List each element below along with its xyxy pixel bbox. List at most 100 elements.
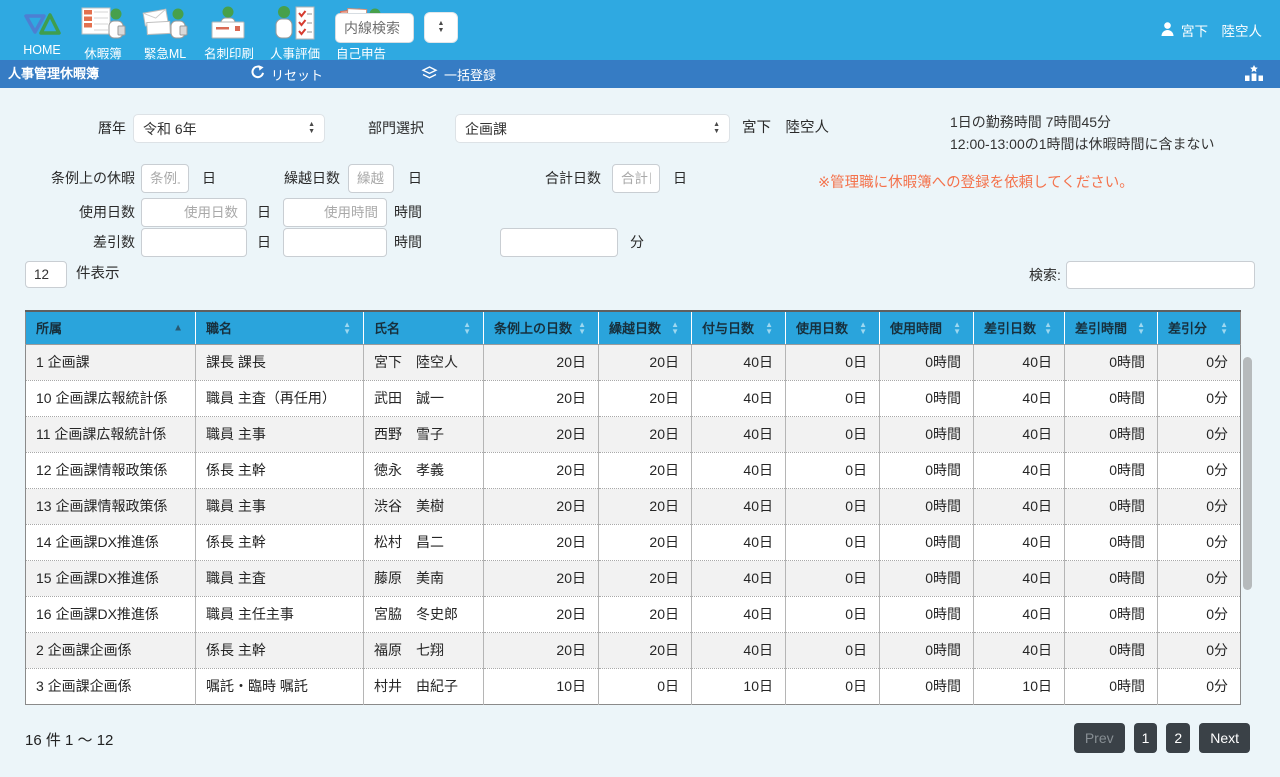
nav-business-card[interactable]: 名刺印刷 (204, 0, 254, 62)
table-row[interactable]: 15 企画課DX推進係職員 主査藤原 美南20日20日40日0日0時間40日0時… (26, 560, 1241, 596)
column-header-11[interactable]: 差引分▲▼ (1158, 311, 1241, 344)
column-header-1[interactable]: 所属▲ (26, 311, 196, 344)
total-label: 合計日数 (541, 164, 601, 193)
table-cell: 40日 (974, 632, 1065, 668)
unit-day: 日 (257, 228, 271, 257)
table-cell: 11 企画課広報統計係 (26, 416, 196, 452)
table-row[interactable]: 2 企画課企画係係長 主幹福原 七翔20日20日40日0日0時間40日0時間0分 (26, 632, 1241, 668)
leave-table: 所属▲職名▲▼氏名▲▼条例上の日数▲▼繰越日数▲▼付与日数▲▼使用日数▲▼使用時… (25, 310, 1241, 705)
column-header-10[interactable]: 差引時間▲▼ (1065, 311, 1158, 344)
table-cell: 10日 (974, 668, 1065, 704)
table-cell: 20日 (599, 344, 692, 380)
table-cell: 0日 (786, 344, 880, 380)
sort-icon: ▲▼ (343, 321, 351, 335)
unit-day: 日 (673, 164, 687, 193)
table-cell: 0日 (786, 632, 880, 668)
table-cell: 20日 (599, 452, 692, 488)
column-header-5[interactable]: 繰越日数▲▼ (599, 311, 692, 344)
table-cell: 40日 (692, 416, 786, 452)
table-cell: 福原 七翔 (364, 632, 484, 668)
table-cell: 係長 主幹 (196, 524, 364, 560)
table-cell: 1 企画課 (26, 344, 196, 380)
bulk-register-button[interactable]: 一括登録 (421, 60, 496, 88)
reset-label: リセット (271, 65, 323, 84)
table-cell: 40日 (692, 452, 786, 488)
table-search-input[interactable] (1066, 261, 1255, 289)
column-header-6[interactable]: 付与日数▲▼ (692, 311, 786, 344)
used-hours-input[interactable] (283, 198, 387, 227)
sort-icon: ▲▼ (859, 321, 867, 335)
table-row[interactable]: 11 企画課広報統計係職員 主事西野 雪子20日20日40日0日0時間40日0時… (26, 416, 1241, 452)
table-row[interactable]: 1 企画課課長 課長宮下 陸空人20日20日40日0日0時間40日0時間0分 (26, 344, 1241, 380)
page-2-button[interactable]: 2 (1166, 723, 1190, 753)
table-cell: 課長 課長 (196, 344, 364, 380)
prev-page-button[interactable]: Prev (1074, 723, 1125, 753)
result-summary: 16 件 1 ～ 12 (25, 729, 113, 750)
table-row[interactable]: 10 企画課広報統計係職員 主査（再任用）武田 誠一20日20日40日0日0時間… (26, 380, 1241, 416)
used-label: 使用日数 (40, 198, 135, 227)
column-header-4[interactable]: 条例上の日数▲▼ (484, 311, 599, 344)
extension-search-input[interactable] (335, 13, 414, 43)
table-row[interactable]: 16 企画課DX推進係職員 主任主事宮脇 冬史郎20日20日40日0日0時間40… (26, 596, 1241, 632)
year-select[interactable]: 令和 6年 ▲▼ (133, 114, 325, 143)
table-row[interactable]: 14 企画課DX推進係係長 主幹松村 昌二20日20日40日0日0時間40日0時… (26, 524, 1241, 560)
column-header-3[interactable]: 氏名▲▼ (364, 311, 484, 344)
sitemap-icon[interactable] (1244, 65, 1264, 87)
home-logo-icon (20, 5, 64, 42)
table-cell: 40日 (692, 560, 786, 596)
reset-button[interactable]: リセット (250, 60, 323, 88)
balance-minutes-input[interactable] (500, 228, 618, 257)
statutory-input[interactable] (141, 164, 189, 193)
table-cell: 20日 (599, 416, 692, 452)
total-input[interactable] (612, 164, 660, 193)
table-cell: 20日 (484, 452, 599, 488)
table-cell: 40日 (974, 488, 1065, 524)
department-select[interactable]: 企画課 ▲▼ (455, 114, 730, 143)
sort-icon: ▲▼ (463, 321, 471, 335)
next-page-button[interactable]: Next (1199, 723, 1250, 753)
table-cell: 13 企画課情報政策係 (26, 488, 196, 524)
table-cell: 20日 (599, 380, 692, 416)
table-cell: 0時間 (880, 488, 974, 524)
table-row[interactable]: 3 企画課企画係嘱託・臨時 嘱託村井 由紀子10日0日10日0日0時間10日0時… (26, 668, 1241, 704)
user-menu[interactable]: 宮下 陸空人 (1161, 20, 1262, 40)
page-1-button[interactable]: 1 (1134, 723, 1158, 753)
table-cell: 職員 主任主事 (196, 596, 364, 632)
table-cell: 20日 (484, 524, 599, 560)
sort-icon: ▲▼ (1220, 321, 1228, 335)
worktime-info-line2: 12:00-13:00の1時間は休暇時間に含まない (950, 134, 1215, 154)
column-label: 使用時間 (890, 321, 942, 336)
statutory-label: 条例上の休暇 (40, 164, 135, 193)
page-size-input[interactable] (25, 261, 67, 288)
table-body: 1 企画課課長 課長宮下 陸空人20日20日40日0日0時間40日0時間0分10… (26, 344, 1241, 704)
pagination: Prev 1 2 Next (1074, 723, 1250, 753)
nav-leave-book[interactable]: 休暇簿 (80, 0, 126, 62)
table-cell: 14 企画課DX推進係 (26, 524, 196, 560)
table-cell: 嘱託・臨時 嘱託 (196, 668, 364, 704)
table-row[interactable]: 12 企画課情報政策係係長 主幹徳永 孝義20日20日40日0日0時間40日0時… (26, 452, 1241, 488)
column-header-9[interactable]: 差引日数▲▼ (974, 311, 1065, 344)
table-cell: 0時間 (880, 596, 974, 632)
table-cell: 20日 (484, 344, 599, 380)
table-row[interactable]: 13 企画課情報政策係職員 主事渋谷 美樹20日20日40日0日0時間40日0時… (26, 488, 1241, 524)
table-cell: 20日 (484, 560, 599, 596)
extension-search-select[interactable]: ▲▼ (424, 12, 458, 43)
column-header-7[interactable]: 使用日数▲▼ (786, 311, 880, 344)
nav-home[interactable]: HOME (20, 0, 64, 62)
nav-label: HOME (23, 43, 61, 57)
balance-days-input[interactable] (141, 228, 247, 257)
balance-hours-input[interactable] (283, 228, 387, 257)
unit-minute: 分 (630, 228, 644, 257)
column-label: 職名 (206, 321, 232, 336)
column-header-8[interactable]: 使用時間▲▼ (880, 311, 974, 344)
used-days-input[interactable] (141, 198, 247, 227)
column-header-2[interactable]: 職名 ▲▼ (196, 311, 364, 344)
table-scrollbar[interactable] (1243, 357, 1252, 590)
carryover-input[interactable] (348, 164, 394, 193)
nav-hr-evaluation[interactable]: 人事評価 (270, 0, 320, 62)
table-cell: 0時間 (1065, 632, 1158, 668)
table-cell: 0分 (1158, 488, 1241, 524)
table-cell: 0時間 (1065, 488, 1158, 524)
table-cell: 20日 (484, 488, 599, 524)
nav-emergency-ml[interactable]: 緊急ML (142, 0, 188, 62)
